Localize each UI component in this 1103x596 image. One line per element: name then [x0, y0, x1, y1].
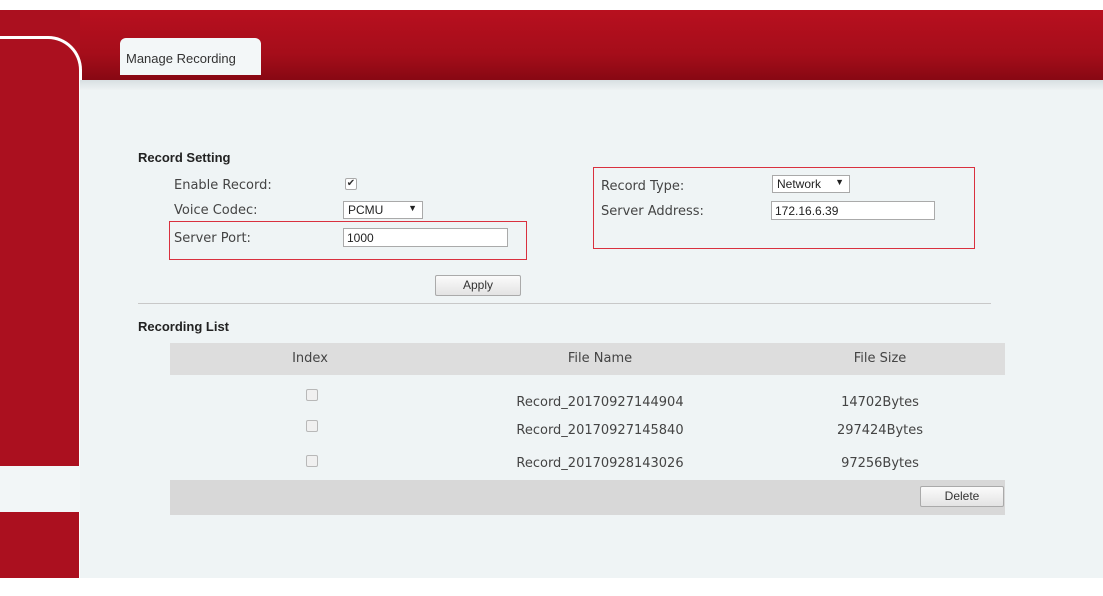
row-select-checkbox[interactable] — [306, 455, 318, 467]
column-header-index: Index — [292, 351, 328, 366]
chevron-down-icon: ▼ — [408, 203, 417, 213]
sidebar-selected-item[interactable] — [0, 466, 80, 512]
delete-button[interactable]: Delete — [920, 486, 1004, 507]
record-setting-title: Record Setting — [138, 150, 231, 165]
row-file-name: Record_20170927145840 — [516, 423, 684, 438]
enable-record-checkbox[interactable]: ✔ — [345, 178, 357, 190]
row-file-name: Record_20170927144904 — [516, 395, 684, 410]
row-file-size: 14702Bytes — [841, 395, 919, 410]
server-address-label: Server Address: — [601, 204, 704, 219]
sidebar-curve — [0, 36, 82, 596]
row-select-checkbox[interactable] — [306, 389, 318, 401]
recording-list-title: Recording List — [138, 319, 230, 334]
tab-label: Manage Recording — [126, 51, 236, 66]
row-file-name: Record_20170928143026 — [516, 456, 684, 471]
tab-manage-recording[interactable]: Manage Recording — [120, 38, 261, 75]
server-address-input[interactable]: 172.16.6.39 — [771, 201, 935, 220]
server-port-label: Server Port: — [174, 231, 251, 246]
row-select-checkbox[interactable] — [306, 420, 318, 432]
chevron-down-icon: ▼ — [835, 177, 844, 187]
voice-codec-label: Voice Codec: — [174, 203, 258, 218]
apply-button[interactable]: Apply — [435, 275, 521, 296]
recording-table-footer — [170, 480, 1005, 515]
row-file-size: 97256Bytes — [841, 456, 919, 471]
voice-codec-select[interactable]: PCMU ▼ — [343, 201, 423, 219]
voice-codec-value: PCMU — [348, 203, 384, 217]
row-file-size: 297424Bytes — [836, 423, 924, 438]
section-divider — [138, 303, 991, 304]
tab-underline-bar — [80, 80, 1103, 90]
enable-record-label: Enable Record: — [174, 178, 272, 193]
record-type-value: Network — [777, 177, 822, 191]
column-header-file-name: File Name — [567, 351, 633, 366]
record-type-label: Record Type: — [601, 179, 685, 194]
record-type-select[interactable]: Network ▼ — [772, 175, 850, 193]
server-port-input[interactable]: 1000 — [343, 228, 508, 247]
column-header-file-size: File Size — [853, 351, 907, 366]
